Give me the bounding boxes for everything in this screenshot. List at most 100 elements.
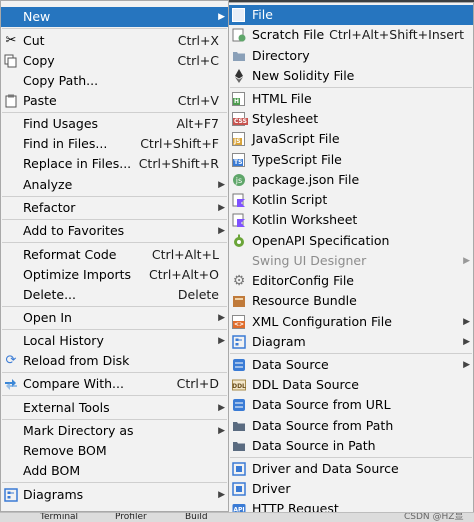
- submenu-item-editorconfig-file[interactable]: ⚙ EditorConfig File: [229, 271, 473, 291]
- menu-item-label: Directory: [252, 48, 310, 63]
- menu-item-label: File: [252, 7, 273, 22]
- kotlin-script-icon: [232, 193, 246, 207]
- chevron-right-icon: ▶: [218, 203, 225, 213]
- menu-item-optimize-imports[interactable]: Optimize Imports Ctrl+Alt+O: [1, 265, 228, 285]
- submenu-item-file[interactable]: File: [229, 5, 473, 25]
- menu-item-open-in[interactable]: Open In ▶: [1, 308, 228, 328]
- menu-item-external-tools[interactable]: External Tools ▶: [1, 398, 228, 418]
- menu-item-delete[interactable]: Delete... Delete: [1, 285, 228, 305]
- menu-item-label: Analyze: [23, 177, 73, 192]
- menu-item-label: TypeScript File: [252, 152, 342, 167]
- menu-item-add-to-favorites[interactable]: Add to Favorites ▶: [1, 221, 228, 241]
- menu-item-find-usages[interactable]: Find Usages Alt+F7: [1, 114, 228, 134]
- menu-item-label: Data Source from Path: [252, 418, 394, 433]
- submenu-item-typescript-file[interactable]: TS TypeScript File: [229, 150, 473, 170]
- chevron-right-icon: ▶: [218, 226, 225, 236]
- submenu-item-scratch-file[interactable]: Scratch File Ctrl+Alt+Shift+Insert: [229, 25, 473, 45]
- menu-item-label: Data Source in Path: [252, 438, 376, 453]
- submenu-item-driver-and-data-source[interactable]: Driver and Data Source: [229, 459, 473, 479]
- submenu-item-data-source-in-path[interactable]: Data Source in Path: [229, 436, 473, 456]
- menu-item-label: Scratch File: [252, 27, 325, 42]
- menu-item-cut[interactable]: ✂ Cut Ctrl+X: [1, 31, 228, 51]
- menu-item-reformat-code[interactable]: Reformat Code Ctrl+Alt+L: [1, 245, 228, 265]
- js-file-icon: JS: [232, 132, 246, 146]
- submenu-item-ddl-data-source[interactable]: DDL DDL Data Source: [229, 375, 473, 395]
- menu-separator: [2, 196, 227, 197]
- submenu-item-stylesheet[interactable]: CSS Stylesheet: [229, 109, 473, 129]
- chevron-right-icon: ▶: [218, 490, 225, 500]
- menu-item-replace-in-files[interactable]: Replace in Files... Ctrl+Shift+R: [1, 154, 228, 174]
- submenu-item-new-solidity-file[interactable]: New Solidity File: [229, 66, 473, 86]
- menu-item-label: Reload from Disk: [23, 353, 130, 368]
- compare-icon: [4, 377, 18, 391]
- file-icon: [232, 8, 246, 22]
- submenu-item-package-json-file[interactable]: js package.json File: [229, 170, 473, 190]
- menu-item-mark-directory-as[interactable]: Mark Directory as ▶: [1, 421, 228, 441]
- menu-item-paste[interactable]: Paste Ctrl+V: [1, 91, 228, 111]
- submenu-item-diagram[interactable]: Diagram ▶: [229, 332, 473, 352]
- menu-item-label: Data Source: [252, 357, 329, 372]
- chevron-right-icon: ▶: [463, 256, 470, 266]
- gear-icon: ⚙: [232, 273, 246, 289]
- submenu-item-javascript-file[interactable]: JS JavaScript File: [229, 129, 473, 149]
- chevron-right-icon: ▶: [463, 337, 470, 347]
- menu-item-shortcut: Ctrl+Alt+L: [151, 247, 219, 262]
- openapi-icon: [232, 234, 246, 248]
- css-file-icon: CSS: [232, 112, 248, 126]
- menu-item-diagrams[interactable]: Diagrams ▶: [1, 485, 228, 505]
- menu-separator: [2, 242, 227, 243]
- scissors-icon: ✂: [5, 33, 17, 48]
- menu-item-remove-bom[interactable]: Remove BOM: [1, 441, 228, 461]
- submenu-item-resource-bundle[interactable]: Resource Bundle: [229, 291, 473, 311]
- submenu-item-kotlin-worksheet[interactable]: Kotlin Worksheet: [229, 210, 473, 230]
- submenu-item-data-source-from-path[interactable]: Data Source from Path: [229, 416, 473, 436]
- menu-item-label: Local History: [23, 333, 104, 348]
- chevron-right-icon: ▶: [218, 12, 225, 22]
- chevron-right-icon: ▶: [218, 336, 225, 346]
- menu-item-shortcut: Delete: [177, 287, 219, 302]
- diagram-icon: [4, 488, 18, 502]
- submenu-item-data-source[interactable]: Data Source ▶: [229, 355, 473, 375]
- driver-icon: [232, 482, 246, 496]
- svg-text:DDL: DDL: [232, 383, 246, 390]
- menu-item-reload-from-disk[interactable]: ⟳ Reload from Disk: [1, 351, 228, 371]
- submenu-item-kotlin-script[interactable]: Kotlin Script: [229, 190, 473, 210]
- menu-item-label: Compare With...: [23, 376, 124, 391]
- menu-item-new[interactable]: New ▶: [1, 7, 228, 27]
- menu-item-label: OpenAPI Specification: [252, 233, 390, 248]
- submenu-item-swing-ui-designer: Swing UI Designer ▶: [229, 251, 473, 271]
- menu-item-label: Swing UI Designer: [252, 253, 367, 268]
- menu-item-local-history[interactable]: Local History ▶: [1, 331, 228, 351]
- menu-item-label: Open In: [23, 310, 72, 325]
- resource-bundle-icon: [232, 294, 246, 308]
- menu-item-add-bom[interactable]: Add BOM: [1, 461, 228, 481]
- submenu-item-directory[interactable]: Directory: [229, 46, 473, 66]
- menu-item-analyze[interactable]: Analyze ▶: [1, 175, 228, 195]
- menu-item-label: Reformat Code: [23, 247, 117, 262]
- menu-item-find-in-files[interactable]: Find in Files... Ctrl+Shift+F: [1, 134, 228, 154]
- chevron-right-icon: ▶: [463, 360, 470, 370]
- menu-item-shortcut: Ctrl+Alt+Shift+Insert: [329, 27, 464, 42]
- menu-item-label: Data Source from URL: [252, 397, 391, 412]
- submenu-item-openapi-specification[interactable]: OpenAPI Specification: [229, 231, 473, 251]
- submenu-item-data-source-from-url[interactable]: Data Source from URL: [229, 395, 473, 415]
- submenu-item-xml-configuration-file[interactable]: <> XML Configuration File ▶: [229, 312, 473, 332]
- chevron-right-icon: ▶: [218, 313, 225, 323]
- menu-item-compare-with[interactable]: Compare With... Ctrl+D: [1, 374, 228, 394]
- submenu-item-driver[interactable]: Driver: [229, 479, 473, 499]
- menu-separator: [230, 353, 472, 354]
- reload-icon: ⟳: [5, 353, 17, 368]
- xml-config-icon: <>: [232, 315, 246, 329]
- menu-separator: [2, 28, 227, 29]
- submenu-item-html-file[interactable]: H HTML File: [229, 89, 473, 109]
- menu-item-label: EditorConfig File: [252, 273, 354, 288]
- menu-item-label: Mark Directory as: [23, 423, 134, 438]
- menu-item-label: Copy: [23, 53, 55, 68]
- menu-item-refactor[interactable]: Refactor ▶: [1, 198, 228, 218]
- menu-item-label: HTML File: [252, 91, 312, 106]
- menu-item-label: External Tools: [23, 400, 110, 415]
- menu-item-shortcut: Ctrl+C: [177, 53, 219, 68]
- menu-item-copy-path[interactable]: Copy Path...: [1, 71, 228, 91]
- folder-icon: [232, 49, 246, 63]
- menu-item-copy[interactable]: Copy Ctrl+C: [1, 51, 228, 71]
